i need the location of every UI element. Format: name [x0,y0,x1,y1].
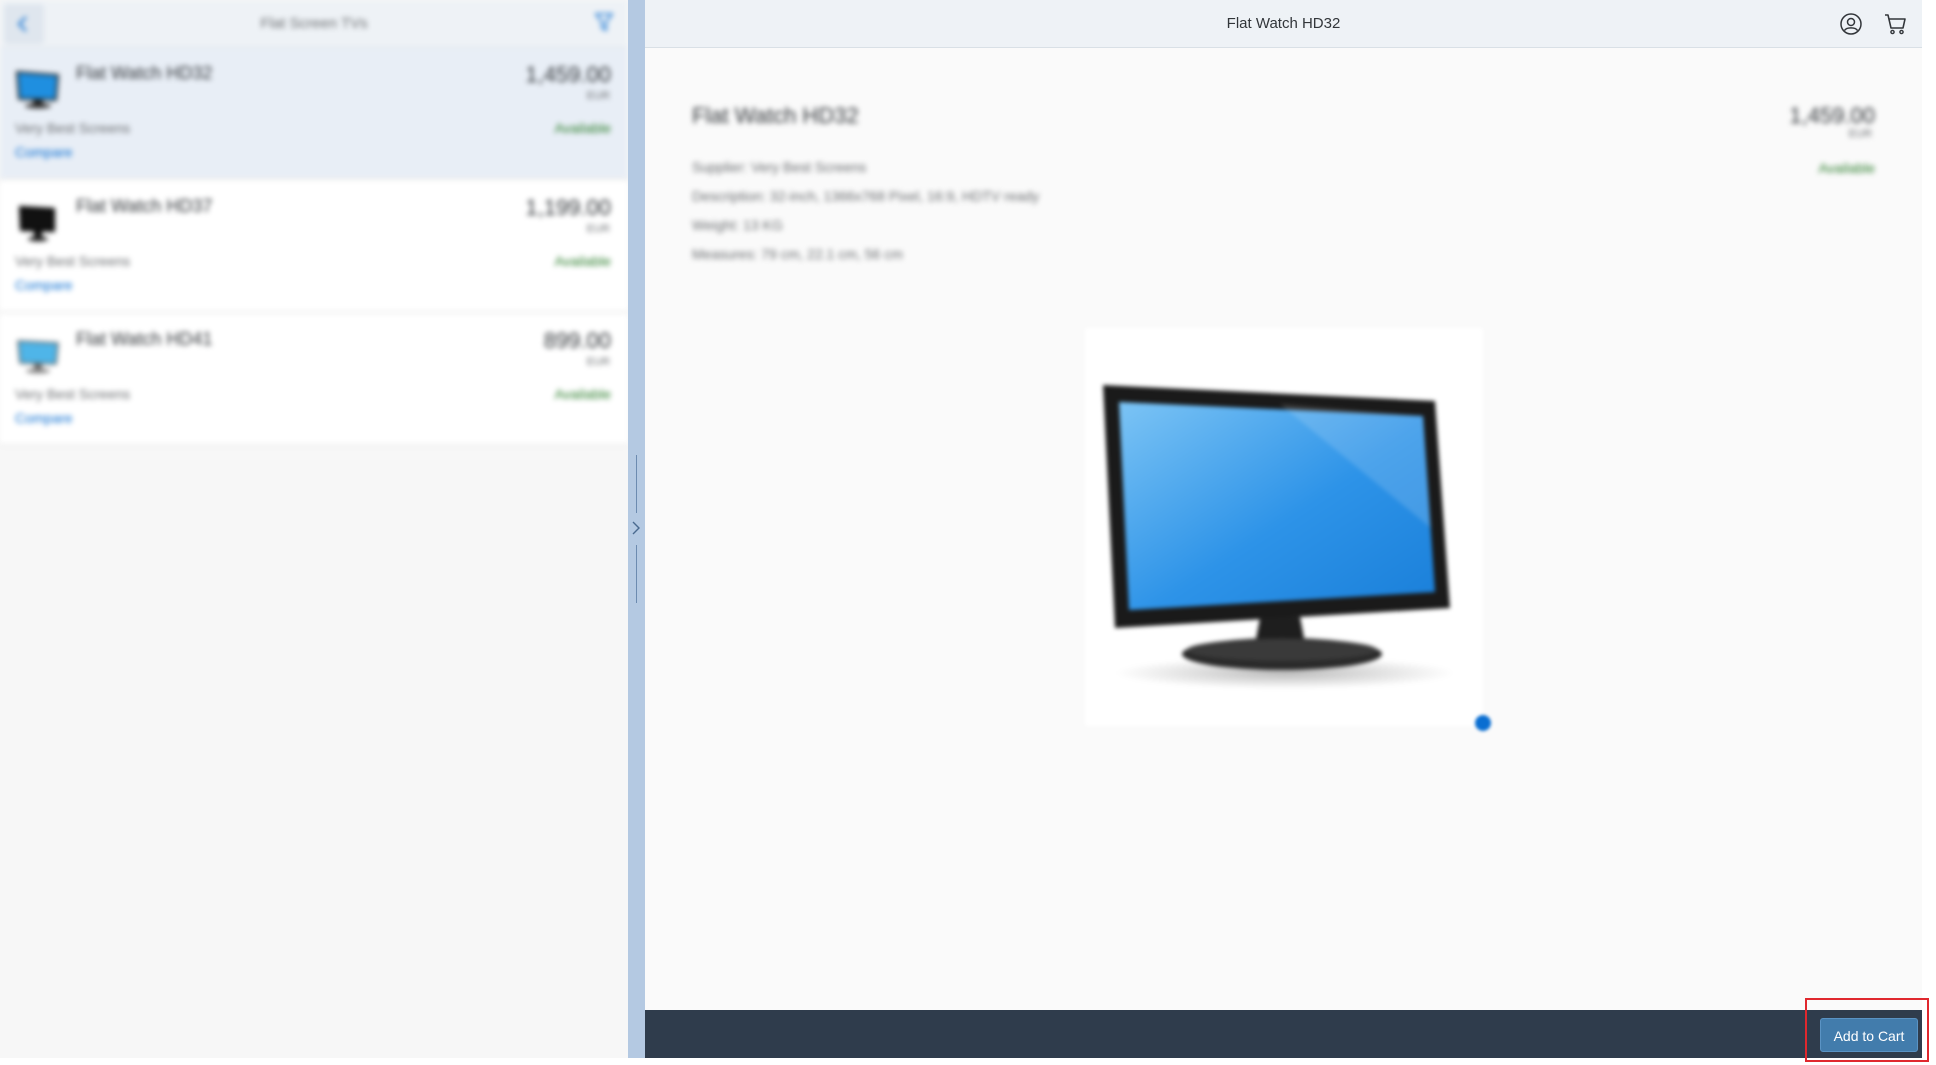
image-indicator-dot[interactable] [1475,715,1491,731]
item-price: 1,199.00 [525,195,611,220]
item-name: Flat Watch HD32 [76,63,213,83]
pane-splitter[interactable] [628,0,645,1058]
item-supplier: Very Best Screens [15,120,131,136]
product-status: Available [1818,160,1875,176]
detail-pane: Flat Watch HD32 Flat Watch HD32 1,459.00… [645,0,1922,1058]
product-measures: Measures: 79 cm, 22.1 cm, 56 cm [692,246,903,262]
detail-title: Flat Watch HD32 [1226,15,1341,32]
monitor-thumbnail [15,70,60,109]
item-supplier: Very Best Screens [15,253,131,269]
filter-icon[interactable] [595,12,613,32]
user-account-icon[interactable] [1839,12,1863,36]
product-description: Description: 32-inch, 1366x768 Pixel, 16… [692,188,1040,204]
item-price: 899.00 [543,328,611,353]
product-currency: EUR [1848,128,1872,140]
list-item[interactable]: Flat Watch HD32 1,459.00 EUR Very Best S… [0,48,628,179]
monitor-image [1103,385,1455,689]
item-currency: EUR [586,356,610,368]
splitter-line [636,455,637,513]
monitor-thumbnail [17,340,59,374]
splitter-arrow-icon[interactable] [631,520,643,538]
cart-icon[interactable] [1884,12,1908,36]
master-title: Flat Screen TVs [260,15,368,32]
master-pane: Flat Screen TVs Flat Watch HD32 1,459.00… [0,0,628,1058]
footer-toolbar: Add to Cart [645,1010,1922,1058]
item-currency: EUR [586,90,610,102]
list-item[interactable]: Flat Watch HD41 899.00 EUR Very Best Scr… [0,314,628,445]
detail-header: Flat Watch HD32 [645,0,1922,48]
item-status: Available [554,386,611,402]
list-item[interactable]: Flat Watch HD37 1,199.00 EUR Very Best S… [0,181,628,312]
compare-link[interactable]: Compare [15,410,73,426]
item-name: Flat Watch HD37 [76,196,213,216]
item-status: Available [554,120,611,136]
product-price: 1,459.00 [1789,103,1875,128]
item-price: 1,459.00 [525,62,611,87]
monitor-thumbnail [18,205,55,242]
splitter-line [636,545,637,603]
product-name: Flat Watch HD32 [692,103,859,128]
item-status: Available [554,253,611,269]
product-image[interactable] [1085,328,1483,726]
compare-link[interactable]: Compare [15,144,73,160]
product-weight: Weight: 13 KG [692,217,783,233]
item-name: Flat Watch HD41 [76,329,213,349]
add-to-cart-button[interactable]: Add to Cart [1820,1018,1918,1052]
item-currency: EUR [586,223,610,235]
item-supplier: Very Best Screens [15,386,131,402]
compare-link[interactable]: Compare [15,277,73,293]
master-header: Flat Screen TVs [0,0,628,48]
product-supplier: Supplier: Very Best Screens [692,159,867,175]
